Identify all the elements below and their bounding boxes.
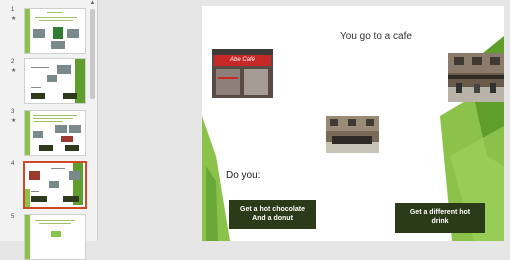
photo-detail — [218, 77, 238, 79]
picture — [33, 131, 43, 138]
picture — [69, 171, 80, 180]
slide-number-5: 5 — [11, 214, 15, 220]
scroll-up-arrow-icon[interactable]: ▲ — [89, 0, 96, 7]
button-shape — [65, 145, 79, 151]
star-icon: ★ — [11, 118, 17, 124]
slide-thumbnail-5[interactable] — [24, 214, 86, 260]
title-line — [31, 67, 49, 68]
photo-window — [216, 69, 240, 95]
photo-window — [490, 57, 500, 65]
photo-awning — [448, 75, 504, 79]
photo-window — [348, 119, 356, 126]
button-shape — [31, 93, 45, 99]
button-shape — [39, 145, 53, 151]
text-line — [31, 191, 39, 192]
button-shape — [63, 93, 77, 99]
picture — [33, 29, 45, 38]
slide-number-4: 4 — [11, 161, 15, 167]
star-icon: ★ — [11, 16, 17, 22]
photo-window — [454, 57, 464, 65]
scrollbar-thumb[interactable] — [90, 9, 95, 99]
cafe-sign: Abe Café — [214, 55, 271, 66]
slide-canvas[interactable]: You go to a cafe Abe Café Do you: Get a … — [202, 6, 504, 241]
slide-thumbnail-2[interactable] — [24, 58, 86, 104]
star-icon: ★ — [11, 68, 17, 74]
green-stripe — [25, 111, 30, 155]
picture — [67, 29, 79, 38]
title-line — [35, 17, 77, 18]
photo-window — [472, 57, 482, 65]
photo-window — [244, 69, 268, 95]
photo-people — [456, 83, 462, 93]
picture — [29, 171, 40, 180]
photo-people — [490, 83, 496, 93]
hot-chocolate-donut-button[interactable]: Get a hot chocolate And a donut — [229, 200, 316, 229]
slide-title: You go to a cafe — [340, 31, 412, 42]
picture — [69, 125, 81, 133]
slide-number-3: 3 — [11, 109, 15, 115]
different-hot-drink-button[interactable]: Get a different hot drink — [395, 203, 485, 233]
photo-people — [474, 84, 480, 93]
button-shape — [63, 196, 79, 202]
picture — [57, 65, 71, 74]
photo-tables — [332, 136, 372, 144]
green-stripe — [25, 215, 30, 259]
slide-number-2: 2 — [11, 59, 15, 65]
button-shape — [31, 196, 47, 202]
title-line — [35, 220, 75, 221]
title-line — [33, 118, 73, 119]
green-stripe — [25, 9, 30, 53]
title-line — [47, 12, 63, 13]
cafe-seating-photo[interactable] — [326, 116, 379, 153]
thumbnail-scrollbar[interactable]: ▲ — [89, 0, 96, 241]
slide-number-1: 1 — [11, 7, 15, 13]
picture — [51, 231, 61, 237]
title-line — [51, 168, 65, 169]
photo-window — [366, 119, 374, 126]
picture — [51, 41, 65, 49]
picture — [47, 75, 57, 82]
text-line — [31, 87, 41, 88]
slide-thumbnail-panel: 1 ★ 2 ★ 3 ★ 4 5 ▲ — [0, 0, 98, 260]
cafe-front-photo[interactable]: Abe Café — [212, 49, 273, 98]
slide-thumbnail-4[interactable] — [23, 161, 87, 209]
title-line — [39, 20, 73, 21]
green-stripe — [25, 189, 30, 207]
title-line — [33, 121, 63, 122]
picture — [49, 181, 59, 188]
photo-window — [330, 119, 338, 126]
title-line — [33, 115, 77, 116]
slide-thumbnail-3[interactable] — [24, 110, 86, 156]
picture — [55, 125, 67, 133]
street-cafe-photo[interactable] — [448, 53, 504, 102]
question-text: Do you: — [226, 170, 261, 181]
flag-picture — [53, 27, 63, 39]
slide-thumbnail-1[interactable] — [24, 8, 86, 54]
picture — [61, 136, 73, 142]
title-line — [39, 223, 71, 224]
